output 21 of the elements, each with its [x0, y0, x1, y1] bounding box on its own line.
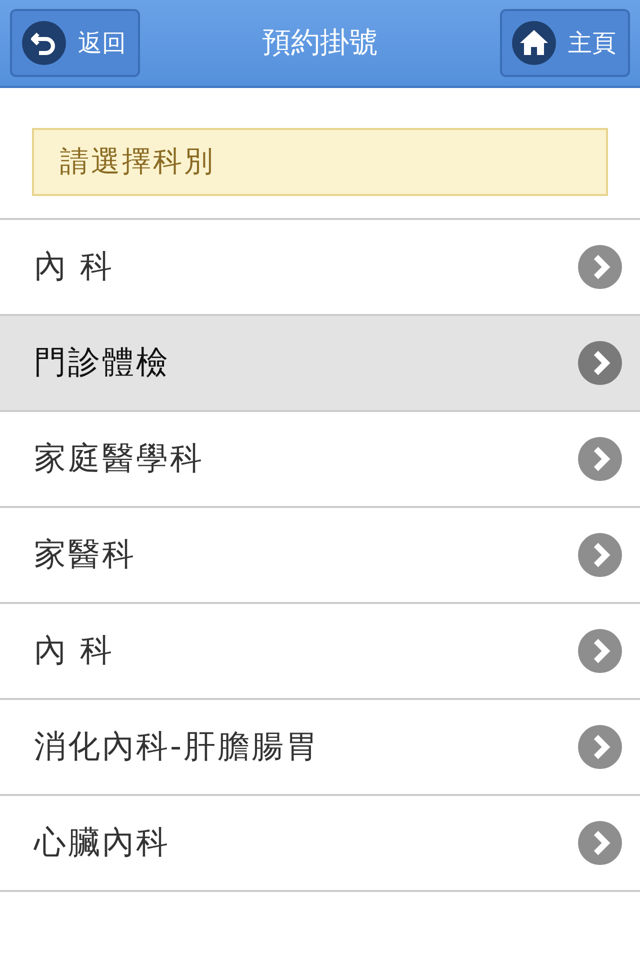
notice-message: 請選擇科別	[32, 128, 608, 196]
department-label: 內 科	[34, 246, 114, 287]
department-label: 消化內科-肝膽腸胃	[34, 726, 320, 767]
chevron-icon	[578, 725, 622, 769]
department-label: 心臟內科	[34, 822, 170, 863]
department-item[interactable]: 門診體檢	[0, 316, 640, 412]
chevron-icon	[578, 533, 622, 577]
department-label: 內 科	[34, 630, 114, 671]
chevron-icon	[578, 341, 622, 385]
home-button[interactable]: 主頁	[500, 9, 630, 77]
chevron-icon	[578, 437, 622, 481]
back-icon	[22, 21, 66, 65]
chevron-icon	[578, 245, 622, 289]
back-button[interactable]: 返回	[10, 9, 140, 77]
page-title: 預約掛號	[262, 24, 378, 61]
department-label: 家醫科	[34, 534, 136, 575]
chevron-icon	[578, 821, 622, 865]
department-label: 門診體檢	[34, 342, 170, 383]
department-label: 家庭醫學科	[34, 438, 204, 479]
chevron-icon	[578, 629, 622, 673]
home-icon	[512, 21, 556, 65]
